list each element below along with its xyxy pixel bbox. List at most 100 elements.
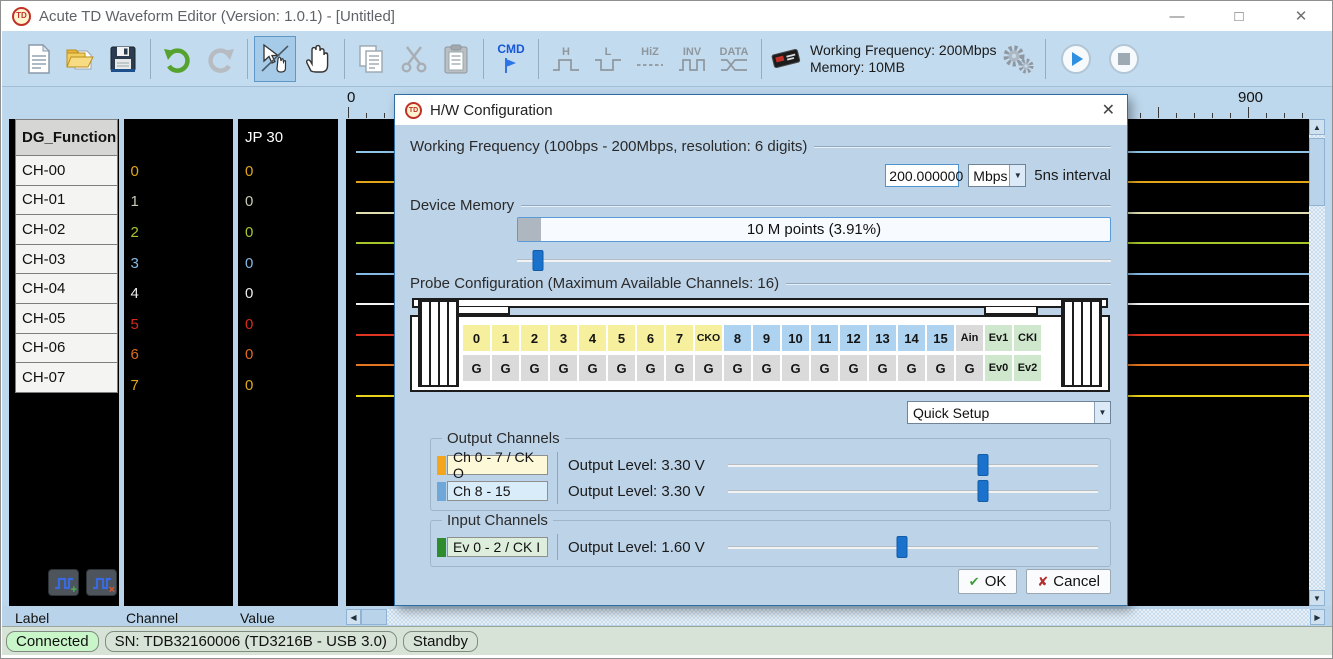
channel-number-cell[interactable]: 0 (124, 156, 233, 187)
ok-label: OK (985, 573, 1007, 590)
scroll-up-button[interactable]: ▲ (1309, 119, 1325, 135)
hw-settings-button[interactable] (997, 36, 1039, 82)
channel-number-cell[interactable]: 1 (124, 187, 233, 218)
dialog-title-bar[interactable]: TD H/W Configuration ✕ (395, 95, 1127, 125)
cancel-button[interactable]: ✘ Cancel (1026, 569, 1111, 594)
toolbar-separator (538, 39, 539, 79)
frequency-unit-select[interactable]: Mbps ▼ (968, 164, 1026, 187)
output-level-slider[interactable] (728, 453, 1098, 477)
memory-slider[interactable] (517, 250, 1111, 271)
channel-value-cell[interactable]: 0 (238, 248, 338, 279)
channel-label-cell[interactable]: CH-05 (15, 303, 118, 334)
slider-track[interactable] (728, 490, 1098, 493)
horizontal-scroll-thumb[interactable] (361, 609, 387, 625)
channel-label-cell[interactable]: CH-00 (15, 155, 118, 186)
channel-value-cell[interactable]: 0 (238, 217, 338, 248)
horizontal-scrollbar[interactable]: ◀ ▶ (346, 609, 1325, 625)
slider-track[interactable] (728, 546, 1098, 549)
vertical-scrollbar[interactable]: ▲ ▼ (1309, 119, 1325, 606)
channel-label-cell[interactable]: CH-03 (15, 244, 118, 275)
flag-icon (502, 56, 520, 74)
output-level-slider[interactable] (728, 479, 1098, 503)
channel-label-cell[interactable]: CH-01 (15, 185, 118, 216)
minimize-button[interactable]: — (1146, 1, 1208, 31)
channel-label-cell[interactable]: CH-04 (15, 273, 118, 304)
channel-label-cell[interactable]: CH-07 (15, 362, 118, 393)
channel-number-cell[interactable]: 3 (124, 248, 233, 279)
channel-range-label[interactable]: Ch 8 - 15 (447, 481, 548, 501)
set-hiz-button[interactable]: HiZ (629, 36, 671, 82)
slider-handle[interactable] (978, 454, 989, 476)
group-rule (521, 205, 1111, 207)
save-button[interactable] (102, 36, 144, 82)
paste-button[interactable] (435, 36, 477, 82)
memory-slider-track[interactable] (517, 259, 1111, 262)
cut-button[interactable] (393, 36, 435, 82)
pan-tool-button[interactable] (296, 36, 338, 82)
channel-number-cell[interactable]: 6 (124, 340, 233, 371)
channel-value-cell[interactable]: 0 (238, 370, 338, 401)
redo-button[interactable] (199, 36, 241, 82)
signal-pin-14: 14 (898, 325, 925, 351)
signal-pin-10: 10 (782, 325, 809, 351)
set-high-button[interactable]: H (545, 36, 587, 82)
horizontal-scroll-track[interactable] (387, 609, 1310, 625)
channel-value-cell[interactable]: 0 (238, 309, 338, 340)
frequency-input[interactable]: 200.000000 (885, 164, 959, 187)
copy-button[interactable] (351, 36, 393, 82)
signal-pin-12: 12 (840, 325, 867, 351)
channel-value-cell[interactable]: 0 (238, 340, 338, 371)
slider-handle[interactable] (978, 480, 989, 502)
stop-button[interactable] (1103, 36, 1145, 82)
channel-label-cell[interactable]: CH-06 (15, 333, 118, 364)
channel-number-cell[interactable]: 5 (124, 309, 233, 340)
close-button[interactable]: ✕ (1270, 1, 1332, 31)
signal-pin-15: 15 (927, 325, 954, 351)
signal-pin-5: 5 (608, 325, 635, 351)
scissors-icon (400, 44, 428, 74)
data-button[interactable]: DATA (713, 36, 755, 82)
invert-button[interactable]: INV (671, 36, 713, 82)
set-low-button[interactable]: L (587, 36, 629, 82)
chevron-down-icon[interactable]: ▼ (1009, 165, 1025, 186)
quick-setup-select[interactable]: Quick Setup ▼ (907, 401, 1111, 424)
maximize-button[interactable]: □ (1208, 1, 1270, 31)
dialog-close-button[interactable]: ✕ (1102, 100, 1115, 120)
input-level-slider[interactable] (728, 535, 1098, 559)
ground-pin-G: G (463, 355, 490, 381)
input-channel-row: Ev 0 - 2 / CK I Output Level: 1.60 V (437, 534, 1102, 560)
cmd-flag-button[interactable]: CMD (490, 36, 532, 82)
select-tool-button[interactable] (254, 36, 296, 82)
slider-track[interactable] (728, 464, 1098, 467)
channel-range-label[interactable]: Ch 0 - 7 / CK O (447, 455, 548, 475)
device-memory-group-label: Device Memory (410, 197, 514, 214)
channel-number-cell[interactable]: 2 (124, 217, 233, 248)
ok-button[interactable]: ✔ OK (958, 569, 1018, 594)
add-channel-button[interactable]: + (48, 569, 79, 596)
new-file-button[interactable] (18, 36, 60, 82)
group-header-cell[interactable]: DG_Function (15, 119, 118, 156)
panel-splitter[interactable] (338, 119, 346, 606)
channel-label-cell[interactable]: CH-02 (15, 214, 118, 245)
memory-slider-handle[interactable] (532, 250, 543, 271)
signal-pin-2: 2 (521, 325, 548, 351)
invert-pulse-icon (678, 58, 706, 71)
vertical-scroll-thumb[interactable] (1309, 138, 1325, 206)
channel-value-cell[interactable]: 0 (238, 187, 338, 218)
channel-number-cell[interactable]: 7 (124, 370, 233, 401)
run-button[interactable] (1055, 36, 1097, 82)
channel-value-cell[interactable]: 0 (238, 278, 338, 309)
open-file-button[interactable] (60, 36, 102, 82)
scroll-down-button[interactable]: ▼ (1309, 590, 1325, 606)
channel-range-label[interactable]: Ev 0 - 2 / CK I (447, 537, 548, 557)
ground-pin-G: G (637, 355, 664, 381)
scroll-right-button[interactable]: ▶ (1310, 609, 1325, 625)
chevron-down-icon[interactable]: ▼ (1094, 402, 1110, 423)
remove-channel-button[interactable]: × (86, 569, 117, 596)
undo-button[interactable] (157, 36, 199, 82)
scroll-left-button[interactable]: ◀ (346, 609, 361, 625)
channel-value-cell[interactable]: 0 (238, 156, 338, 187)
device-button[interactable] (768, 36, 804, 82)
channel-number-cell[interactable]: 4 (124, 278, 233, 309)
slider-handle[interactable] (896, 536, 907, 558)
